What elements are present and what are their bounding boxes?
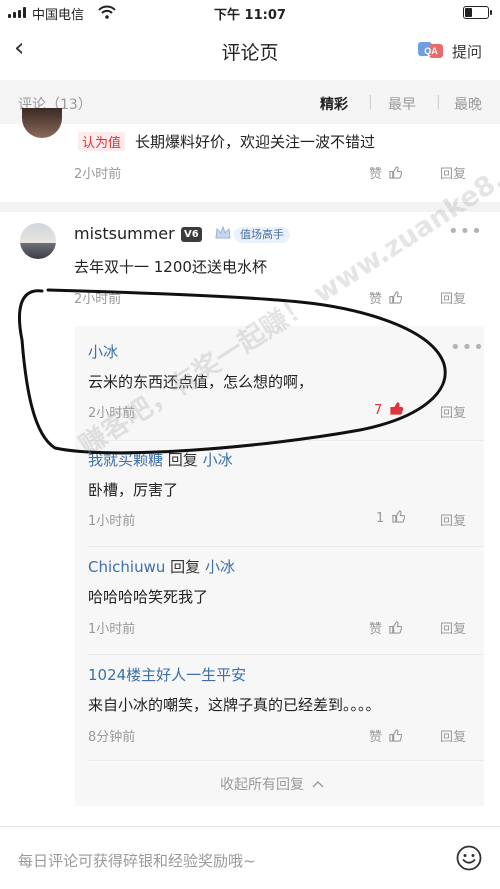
reply-time: 1小时前 xyxy=(88,514,136,529)
avatar[interactable] xyxy=(20,223,56,259)
tab-latest[interactable]: 最晚 xyxy=(454,94,482,114)
username[interactable]: mistsummer xyxy=(74,224,175,243)
collapse-label: 收起所有回复 xyxy=(220,777,304,793)
emoji-icon[interactable] xyxy=(456,845,482,871)
tab-divider: | xyxy=(368,94,373,110)
like-label: 赞 xyxy=(369,167,383,182)
thumb-up-icon xyxy=(389,729,403,742)
reply-target[interactable]: 小冰 xyxy=(205,558,235,576)
reply-button[interactable]: 回复 xyxy=(440,163,466,182)
reply-time: 8分钟前 xyxy=(88,730,136,745)
comment-input[interactable]: 每日评论可获得碎银和经验奖励哦~ xyxy=(18,850,256,871)
ask-button[interactable]: 提问 xyxy=(452,41,482,62)
crown-icon xyxy=(215,225,231,239)
status-bar: 中国电信 下午 11:07 xyxy=(0,0,500,24)
thumb-up-icon xyxy=(389,166,403,179)
divider xyxy=(88,760,484,761)
tab-featured[interactable]: 精彩 xyxy=(320,94,348,114)
avatar[interactable] xyxy=(22,108,62,138)
reply-text: 来自小冰的嘲笑，这牌子真的已经差到。。。。 xyxy=(88,696,381,714)
thumb-up-icon xyxy=(392,510,406,523)
qa-icon-text: QA xyxy=(424,46,438,56)
divider xyxy=(88,546,484,547)
nav-bar: ‹ 评论页 QA 提问 xyxy=(0,24,500,76)
divider xyxy=(88,654,484,655)
reply-word: 回复 xyxy=(170,558,201,576)
level-badge: V6 xyxy=(181,227,202,242)
reply-header: Chichiuwu 回复 小冰 xyxy=(88,556,235,577)
collapse-replies-button[interactable]: 收起所有回复 xyxy=(220,774,324,794)
like-button[interactable]: 1 xyxy=(376,510,406,526)
comment-time: 2小时前 xyxy=(74,167,122,182)
comment-text: 去年双十一 1200还送电水杯 xyxy=(74,258,267,276)
reply-button[interactable]: 回复 xyxy=(440,618,466,637)
reply-username[interactable]: 1024楼主好人一生平安 xyxy=(88,664,246,685)
comment-input-bar: 每日评论可获得碎银和经验奖励哦~ xyxy=(0,826,500,889)
tab-divider: | xyxy=(436,94,441,110)
reply-button[interactable]: 回复 xyxy=(440,510,466,529)
user-badge: 认为值 xyxy=(78,132,126,151)
comment-tabs: 评论（13） 精彩 | 最早 | 最晚 xyxy=(0,80,500,124)
like-button[interactable]: 赞 xyxy=(369,618,403,637)
battery-icon xyxy=(463,6,492,19)
comment-text: 长期爆料好价，欢迎关注一波不错过 xyxy=(135,133,376,151)
reply-username[interactable]: Chichiuwu xyxy=(88,558,165,576)
reply-text: 哈哈哈哈笑死我了 xyxy=(88,588,209,606)
title-badge: 值场高手 xyxy=(234,227,290,243)
chevron-up-icon xyxy=(312,781,324,788)
tab-earliest[interactable]: 最早 xyxy=(388,94,416,114)
like-count: 1 xyxy=(376,511,385,526)
reply-time: 1小时前 xyxy=(88,622,136,637)
like-label: 赞 xyxy=(369,730,383,745)
reply-text: 卧槽，厉害了 xyxy=(88,481,179,499)
like-label: 赞 xyxy=(369,622,383,637)
like-button[interactable]: 赞 xyxy=(369,726,403,745)
thumb-up-icon xyxy=(389,621,403,634)
like-button[interactable]: 赞 xyxy=(369,163,403,182)
qa-icon[interactable]: QA xyxy=(418,41,444,59)
clock-time: 下午 11:07 xyxy=(214,8,286,23)
reply-button[interactable]: 回复 xyxy=(440,726,466,745)
